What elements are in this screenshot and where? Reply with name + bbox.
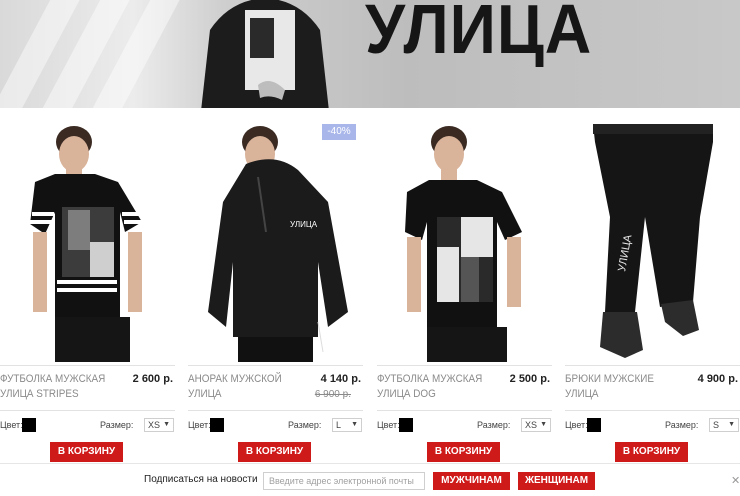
product-name[interactable]: Анорак мужской Улица <box>188 372 294 402</box>
product-price: 2 600 р. <box>132 373 173 385</box>
product-price: 4 900 р. <box>697 373 738 385</box>
product-image[interactable]: УЛИЦА <box>565 122 740 362</box>
size-select[interactable]: XS ▼ <box>144 418 174 432</box>
color-label: Цвет: <box>565 420 588 430</box>
product-price: 4 140 р. <box>320 373 361 385</box>
size-label: Размер: <box>665 420 699 430</box>
color-swatch-black[interactable] <box>399 418 413 432</box>
size-value: L <box>336 420 342 430</box>
product-old-price: 6 900 р. <box>314 389 351 400</box>
divider <box>565 365 740 366</box>
product-name[interactable]: Футболка мужская Улица DOG <box>377 372 483 402</box>
add-to-cart-button[interactable]: В корзину <box>50 442 123 462</box>
size-value: XS <box>148 420 161 430</box>
email-input[interactable] <box>263 472 425 490</box>
product-card[interactable]: УЛИЦА Брюки мужские Улица 4 900 р. Цвет:… <box>565 122 740 462</box>
chevron-down-icon: ▼ <box>163 421 170 428</box>
add-to-cart-button[interactable]: В корзину <box>427 442 500 462</box>
divider <box>0 410 175 411</box>
divider <box>188 365 363 366</box>
subscribe-men-button[interactable]: МУЖЧИНАМ <box>433 472 510 490</box>
chevron-down-icon: ▼ <box>351 421 358 428</box>
size-select[interactable]: L ▼ <box>332 418 362 432</box>
banner-title: УЛИЦА <box>365 0 593 68</box>
color-swatch-black[interactable] <box>22 418 36 432</box>
color-swatch-black[interactable] <box>587 418 601 432</box>
color-label: Цвет: <box>188 420 211 430</box>
product-image[interactable] <box>377 122 552 362</box>
product-name[interactable]: Брюки мужские Улица <box>565 372 671 402</box>
close-icon[interactable]: ✕ <box>731 474 740 487</box>
add-to-cart-button[interactable]: В корзину <box>238 442 311 462</box>
product-image[interactable] <box>0 122 175 362</box>
svg-text:УЛИЦА: УЛИЦА <box>290 220 318 229</box>
divider <box>377 410 552 411</box>
size-label: Размер: <box>477 420 511 430</box>
discount-badge: -40% <box>322 124 356 140</box>
color-swatch-black[interactable] <box>210 418 224 432</box>
newsletter-bar: Подписаться на новости МУЖЧИНАМ ЖЕНЩИНАМ… <box>0 463 740 496</box>
divider <box>377 365 552 366</box>
subscribe-women-button[interactable]: ЖЕНЩИНАМ <box>518 472 595 490</box>
size-select[interactable]: S ▼ <box>709 418 739 432</box>
product-name[interactable]: Футболка мужская Улица Stripes <box>0 372 106 402</box>
chevron-down-icon: ▼ <box>540 421 547 428</box>
product-card[interactable]: УЛИЦА -40% Анорак мужской Улица 4 140 р.… <box>188 122 363 462</box>
size-value: S <box>713 420 720 430</box>
color-label: Цвет: <box>377 420 400 430</box>
product-price: 2 500 р. <box>509 373 550 385</box>
product-image[interactable]: УЛИЦА <box>188 122 363 362</box>
size-label: Размер: <box>288 420 322 430</box>
product-card[interactable]: Футболка мужская Улица DOG 2 500 р. Цвет… <box>377 122 552 462</box>
size-label: Размер: <box>100 420 134 430</box>
banner-model-image <box>201 0 329 108</box>
hero-banner[interactable]: УЛИЦА <box>0 0 740 108</box>
color-label: Цвет: <box>0 420 23 430</box>
divider <box>188 410 363 411</box>
newsletter-label: Подписаться на новости <box>144 474 258 485</box>
size-select[interactable]: XS ▼ <box>521 418 551 432</box>
divider <box>565 410 740 411</box>
product-card[interactable]: Футболка мужская Улица Stripes 2 600 р. … <box>0 122 175 462</box>
chevron-down-icon: ▼ <box>728 421 735 428</box>
size-value: XS <box>525 420 538 430</box>
add-to-cart-button[interactable]: В корзину <box>615 442 688 462</box>
divider <box>0 365 175 366</box>
